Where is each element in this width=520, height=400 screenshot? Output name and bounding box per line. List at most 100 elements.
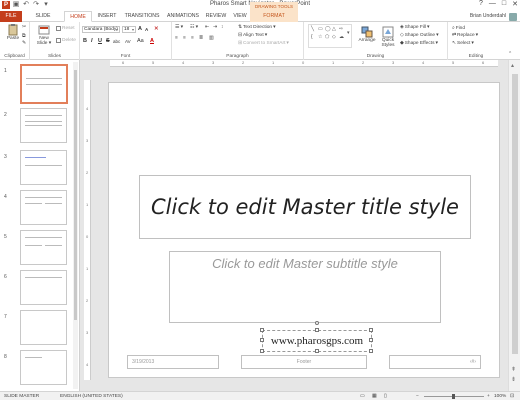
arrow-shape-icon[interactable]: ⇨ <box>339 27 343 32</box>
resize-handle[interactable] <box>369 349 373 353</box>
star-shape-icon[interactable]: ☆ <box>318 35 322 40</box>
help-icon[interactable]: ? <box>479 0 483 8</box>
resize-handle[interactable] <box>369 328 373 332</box>
bullets-button[interactable]: ☰ ▾ <box>175 25 183 30</box>
reading-view-icon[interactable]: ▯ <box>384 393 387 400</box>
thumbnail-layout-3[interactable] <box>20 190 67 225</box>
thumbnail-layout-7[interactable] <box>20 350 67 385</box>
resize-handle[interactable] <box>315 328 319 332</box>
maximize-icon[interactable]: □ <box>502 0 506 8</box>
horizontal-ruler[interactable]: 6 5 4 3 2 1 0 1 2 3 4 5 6 <box>110 60 498 67</box>
new-slide-button[interactable]: New Slide ▾ <box>34 24 54 46</box>
rotate-handle[interactable] <box>315 321 319 325</box>
prev-slide-icon[interactable]: ⇞ <box>511 366 516 373</box>
zoom-out-icon[interactable]: − <box>416 393 419 400</box>
cloud-shape-icon[interactable]: ☁ <box>339 35 344 40</box>
delete-button[interactable]: Delete <box>56 38 76 43</box>
grow-font-button[interactable]: A <box>138 26 142 32</box>
align-text-button[interactable]: ⊟ Align Text ▾ <box>238 33 267 38</box>
shape-fill-button[interactable]: ◈ Shape Fill ▾ <box>400 25 429 30</box>
tab-format[interactable]: FORMAT <box>256 11 292 22</box>
shape-effects-button[interactable]: ◆ Shape Effects ▾ <box>400 41 438 46</box>
align-right-icon[interactable]: ≡ <box>191 36 194 41</box>
rectangle-shape-icon[interactable]: ▭ <box>318 27 323 32</box>
resize-handle[interactable] <box>315 349 319 353</box>
brace-shape-icon[interactable]: { <box>311 35 313 40</box>
slide-scrollbar[interactable]: ▴ ⇞ ⇟ <box>508 60 520 391</box>
date-placeholder[interactable]: 3/19/2013 <box>127 355 219 369</box>
underline-button[interactable]: U <box>98 38 102 44</box>
slide-scroll-thumb[interactable] <box>512 74 518 354</box>
vertical-ruler[interactable]: 4 3 2 1 0 1 2 3 4 <box>84 80 91 380</box>
quick-styles-button[interactable]: Quick Styles <box>378 26 398 48</box>
italic-button[interactable]: I <box>91 38 93 44</box>
zoom-in-icon[interactable]: + <box>487 393 490 400</box>
columns-icon[interactable]: ▥ <box>209 36 214 41</box>
cut-icon[interactable]: ✂ <box>22 25 26 30</box>
text-direction-button[interactable]: ⇅ Text Direction ▾ <box>238 25 276 30</box>
change-case-button[interactable]: Aa <box>137 38 144 44</box>
resize-handle[interactable] <box>260 338 264 342</box>
pentagon-shape-icon[interactable]: ⬠ <box>325 35 329 40</box>
shapes-gallery[interactable]: ╲ ▭ ◯ △ ⇨ { ☆ ⬠ ◇ ☁ ▾ <box>308 24 352 48</box>
line-shape-icon[interactable]: ╲ <box>311 27 314 32</box>
tab-slide-master[interactable]: SLIDE MASTER <box>24 11 62 30</box>
shapes-more-icon[interactable]: ▾ <box>347 31 350 36</box>
convert-smartart-button[interactable]: ⊞ Convert to SmartArt ▾ <box>238 41 289 46</box>
clear-formatting-icon[interactable]: ✕ <box>154 26 159 32</box>
char-spacing-button[interactable]: AV <box>125 39 131 44</box>
minimize-icon[interactable]: — <box>489 0 496 8</box>
collapse-ribbon-icon[interactable]: ⌃ <box>508 52 512 57</box>
scroll-up-icon[interactable]: ▴ <box>511 62 514 69</box>
thumbnail-layout-1[interactable] <box>20 108 67 143</box>
thumbnail-scrollbar[interactable] <box>73 62 78 389</box>
tab-file[interactable]: FILE <box>0 11 22 22</box>
title-placeholder[interactable]: Click to edit Master title style <box>139 175 471 239</box>
resize-handle[interactable] <box>260 349 264 353</box>
resize-handle[interactable] <box>260 328 264 332</box>
find-button[interactable]: ⌕ Find <box>452 25 465 32</box>
zoom-level[interactable]: 100% <box>494 393 506 400</box>
select-button[interactable]: ↖ Select ▾ <box>452 41 474 46</box>
triangle-shape-icon[interactable]: △ <box>332 27 336 32</box>
tab-animations[interactable]: ANIMATIONS <box>164 11 202 22</box>
thumbnail-layout-5[interactable] <box>20 270 67 305</box>
slide-number-placeholder[interactable]: ‹#› <box>389 355 481 369</box>
tab-home[interactable]: HOME <box>64 11 92 22</box>
strikethrough-button[interactable]: S <box>106 38 110 44</box>
oval-shape-icon[interactable]: ◯ <box>325 27 331 32</box>
paste-button[interactable]: Paste <box>2 24 24 41</box>
thumbnail-layout-6[interactable] <box>20 310 67 345</box>
next-slide-icon[interactable]: ⇟ <box>511 376 516 383</box>
decrease-indent-icon[interactable]: ⇤ <box>205 25 209 30</box>
shape-outline-button[interactable]: ◇ Shape Outline ▾ <box>400 33 439 38</box>
font-size-select[interactable]: 18 <box>122 26 136 33</box>
footer-placeholder[interactable]: Footer <box>241 355 367 369</box>
font-color-button[interactable]: A <box>150 38 154 44</box>
zoom-slider-handle[interactable] <box>452 394 455 399</box>
reset-button[interactable]: Reset <box>56 26 75 31</box>
tab-review[interactable]: REVIEW <box>204 11 228 22</box>
font-name-select[interactable]: Candara (Body) <box>82 26 120 33</box>
thumbnail-pane[interactable]: 1 2 3 4 5 6 7 8 <box>0 60 80 391</box>
line-spacing-icon[interactable]: ↕ <box>221 25 223 30</box>
resize-handle[interactable] <box>369 338 373 342</box>
tab-insert[interactable]: INSERT <box>94 11 120 22</box>
thumbnail-scroll-thumb[interactable] <box>74 70 77 320</box>
tab-view[interactable]: VIEW <box>230 11 250 22</box>
format-painter-icon[interactable]: ✎ <box>22 41 26 46</box>
language-status[interactable]: ENGLISH (UNITED STATES) <box>60 393 123 400</box>
arrange-button[interactable]: Arrange <box>356 26 378 43</box>
align-center-icon[interactable]: ≡ <box>183 36 186 41</box>
shadow-button[interactable]: abc <box>113 39 120 44</box>
slide-canvas[interactable]: Click to edit Master title style Click t… <box>108 82 500 378</box>
justify-icon[interactable]: ≣ <box>199 36 203 41</box>
copy-icon[interactable]: ⧉ <box>22 33 25 39</box>
subtitle-placeholder[interactable]: Click to edit Master subtitle style <box>169 251 441 323</box>
numbering-button[interactable]: ☷ ▾ <box>190 25 198 30</box>
user-name[interactable]: Brian Underdahl <box>470 11 506 22</box>
increase-indent-icon[interactable]: ⇥ <box>213 25 217 30</box>
fit-slide-icon[interactable]: ⊡ <box>510 393 514 400</box>
close-icon[interactable]: ✕ <box>512 0 518 8</box>
thumbnail-layout-2[interactable] <box>20 150 67 185</box>
